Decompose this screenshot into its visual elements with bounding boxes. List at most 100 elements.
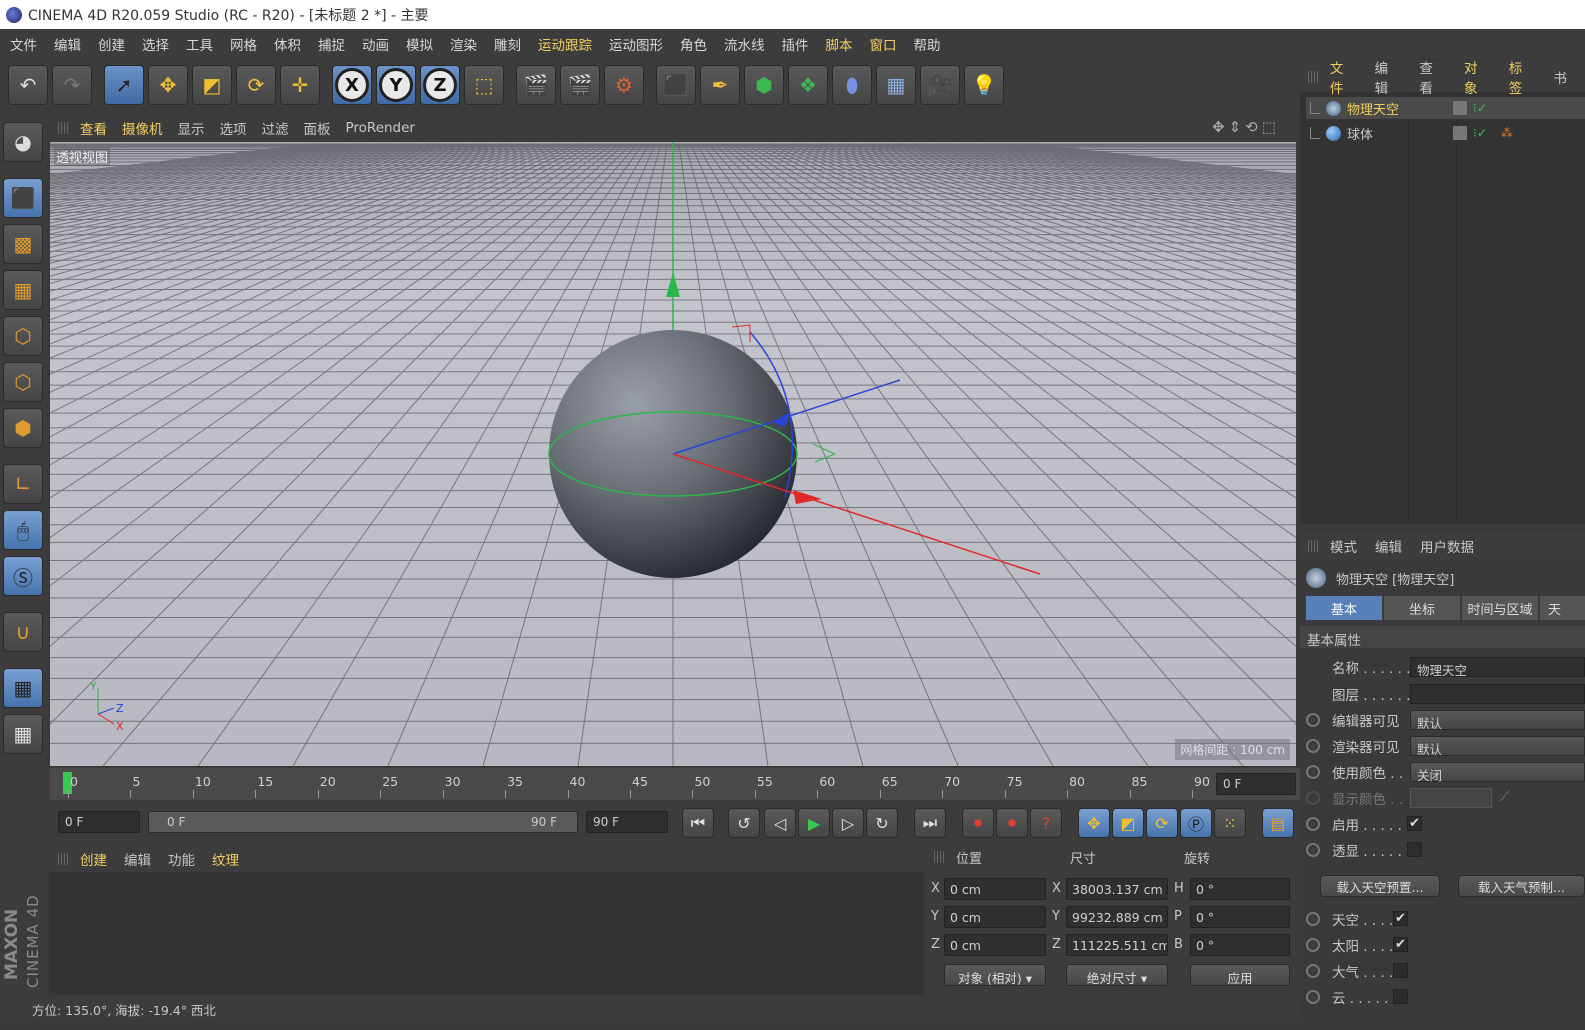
layer-field[interactable] bbox=[1410, 684, 1585, 704]
layer-icon[interactable] bbox=[1453, 101, 1467, 115]
load-weather-preset-button[interactable]: 载入天气预制... bbox=[1458, 875, 1585, 897]
tab-basic[interactable]: 基本 bbox=[1306, 596, 1382, 620]
editor-visible-dropdown[interactable]: 默认 bbox=[1410, 710, 1585, 731]
autokeying-button[interactable]: ⏺ bbox=[996, 808, 1028, 838]
undo-button[interactable]: ↶ bbox=[8, 65, 48, 105]
size-mode-dropdown[interactable]: 绝对尺寸 ▾ bbox=[1066, 964, 1168, 986]
tab-sky[interactable]: 天 bbox=[1540, 596, 1585, 620]
start-frame-field[interactable]: 0 F bbox=[58, 811, 140, 833]
preview-range-slider[interactable]: 0 F 90 F bbox=[148, 811, 578, 833]
scale-tool-button[interactable]: ◩ bbox=[192, 65, 232, 105]
size-field[interactable]: 38003.137 cm bbox=[1066, 878, 1168, 900]
snapping-button[interactable]: ∪ bbox=[3, 612, 43, 652]
sky-component-checkbox[interactable] bbox=[1393, 963, 1408, 978]
record-point-level-button[interactable]: ⁙ bbox=[1214, 808, 1246, 838]
menu-item[interactable]: 运动跟踪 bbox=[538, 34, 592, 54]
object-menu-item[interactable]: 编辑 bbox=[1375, 57, 1402, 97]
viewport-menu-item[interactable]: ProRender bbox=[346, 120, 415, 136]
menu-item[interactable]: 窗口 bbox=[870, 34, 897, 54]
tab-time-and-location[interactable]: 时间与区域 bbox=[1462, 596, 1538, 620]
end-frame-field[interactable]: 90 F bbox=[586, 811, 668, 833]
size-field[interactable]: 111225.511 cm bbox=[1066, 934, 1168, 956]
previous-key-button[interactable]: ↺ bbox=[728, 808, 760, 838]
layer-icon[interactable] bbox=[1453, 126, 1467, 140]
x-axis-lock-button[interactable]: X bbox=[332, 65, 372, 105]
rotation-field[interactable]: 0 ° bbox=[1190, 878, 1290, 900]
position-field[interactable]: 0 cm bbox=[944, 906, 1046, 928]
menu-item[interactable]: 捕捉 bbox=[318, 34, 345, 54]
panel-grip-icon[interactable] bbox=[58, 122, 70, 134]
use-color-dropdown[interactable]: 关闭 bbox=[1410, 762, 1585, 783]
object-menu-item[interactable]: 查看 bbox=[1419, 57, 1446, 97]
menu-item[interactable]: 帮助 bbox=[914, 34, 941, 54]
workplane-lock-button[interactable]: ▦ bbox=[3, 668, 43, 708]
axis-mode-button[interactable]: ∟ bbox=[3, 464, 43, 504]
enable-checkbox[interactable]: ✔ bbox=[1407, 816, 1422, 831]
deformer-button[interactable]: ⬮ bbox=[832, 65, 872, 105]
menu-item[interactable]: 编辑 bbox=[54, 34, 81, 54]
next-key-button[interactable]: ↻ bbox=[866, 808, 898, 838]
object-menu-item[interactable]: 书 bbox=[1553, 67, 1567, 87]
record-active-objects-button[interactable]: ⏺ bbox=[962, 808, 994, 838]
texture-mode-button[interactable]: ▩ bbox=[3, 224, 43, 264]
attribute-menu-item[interactable]: 用户数据 bbox=[1420, 536, 1474, 556]
menu-item[interactable]: 文件 bbox=[10, 34, 37, 54]
apply-button[interactable]: 应用 bbox=[1190, 964, 1290, 986]
animation-radio-icon[interactable] bbox=[1306, 990, 1320, 1004]
menu-item[interactable]: 工具 bbox=[186, 34, 213, 54]
record-scale-button[interactable]: ◩ bbox=[1112, 808, 1144, 838]
floor-object-button[interactable]: ▦ bbox=[876, 65, 916, 105]
animation-radio-icon[interactable] bbox=[1306, 843, 1320, 857]
sky-component-checkbox[interactable]: ✔ bbox=[1393, 911, 1408, 926]
tweak-mode-button[interactable]: 🖱 bbox=[3, 510, 43, 550]
menu-item[interactable]: 选择 bbox=[142, 34, 169, 54]
go-to-end-button[interactable]: ⏭ bbox=[914, 808, 946, 838]
menu-item[interactable]: 体积 bbox=[274, 34, 301, 54]
current-frame-field[interactable]: 0 F bbox=[1216, 773, 1296, 795]
menu-item[interactable]: 脚本 bbox=[826, 34, 853, 54]
viewport-menu-item[interactable]: 面板 bbox=[304, 118, 331, 138]
subdivision-surface-button[interactable]: ⬢ bbox=[744, 65, 784, 105]
render-view-button[interactable]: 🎬 bbox=[516, 65, 556, 105]
workplane-align-button[interactable]: ▦ bbox=[3, 714, 43, 754]
menu-item[interactable]: 角色 bbox=[680, 34, 707, 54]
material-menu-item[interactable]: 纹理 bbox=[212, 849, 239, 869]
next-frame-button[interactable]: ▷ bbox=[832, 808, 864, 838]
viewport-menu-item[interactable]: 摄像机 bbox=[122, 118, 163, 138]
object-menu-item[interactable]: 对象 bbox=[1464, 57, 1491, 97]
array-generator-button[interactable]: ❖ bbox=[788, 65, 828, 105]
viewport-navigation-icons[interactable]: ✥⇕⟲⬚ bbox=[1212, 118, 1280, 136]
panel-grip-icon[interactable] bbox=[934, 851, 946, 863]
viewport-menu-item[interactable]: 显示 bbox=[178, 118, 205, 138]
keyframe-selection-button[interactable]: ? bbox=[1030, 808, 1062, 838]
menu-item[interactable]: 运动图形 bbox=[609, 34, 663, 54]
object-row-physical-sky[interactable]: 物理天空 ⁝✓ bbox=[1306, 97, 1585, 119]
material-menu-item[interactable]: 创建 bbox=[80, 849, 107, 869]
record-parameter-button[interactable]: Ⓟ bbox=[1180, 808, 1212, 838]
section-header-basic[interactable]: 基本属性 bbox=[1300, 626, 1585, 649]
animation-radio-icon[interactable] bbox=[1306, 938, 1320, 952]
panel-grip-icon[interactable] bbox=[58, 852, 70, 865]
make-editable-button[interactable]: ◕ bbox=[3, 122, 43, 162]
rotate-tool-button[interactable]: ⟳ bbox=[236, 65, 276, 105]
rotation-field[interactable]: 0 ° bbox=[1190, 906, 1290, 928]
live-selection-button[interactable]: ➚ bbox=[104, 65, 144, 105]
animation-radio-icon[interactable] bbox=[1306, 817, 1320, 831]
camera-object-button[interactable]: 🎥 bbox=[920, 65, 960, 105]
workplane-mode-button[interactable]: ▦ bbox=[3, 270, 43, 310]
name-field[interactable]: 物理天空 bbox=[1410, 657, 1585, 678]
model-mode-button[interactable]: ⬛ bbox=[3, 178, 43, 218]
animation-radio-icon[interactable] bbox=[1306, 912, 1320, 926]
attribute-menu-item[interactable]: 模式 bbox=[1330, 536, 1357, 556]
position-field[interactable]: 0 cm bbox=[944, 878, 1046, 900]
redo-button[interactable]: ↷ bbox=[52, 65, 92, 105]
previous-frame-button[interactable]: ◁ bbox=[764, 808, 796, 838]
pen-tool-button[interactable]: ✒ bbox=[700, 65, 740, 105]
menu-item[interactable]: 渲染 bbox=[450, 34, 477, 54]
y-axis-lock-button[interactable]: Y bbox=[376, 65, 416, 105]
render-picture-viewer-button[interactable]: 🎬 bbox=[560, 65, 600, 105]
sky-component-checkbox[interactable]: ✔ bbox=[1393, 937, 1408, 952]
load-sky-preset-button[interactable]: 载入天空预置... bbox=[1320, 875, 1440, 897]
timeline-ruler[interactable]: 0 F 0 5 10 15 20 25 30 35 40 45 50 55 60 65 70 75 80 85 90 bbox=[50, 768, 1300, 800]
record-rotation-button[interactable]: ⟳ bbox=[1146, 808, 1178, 838]
